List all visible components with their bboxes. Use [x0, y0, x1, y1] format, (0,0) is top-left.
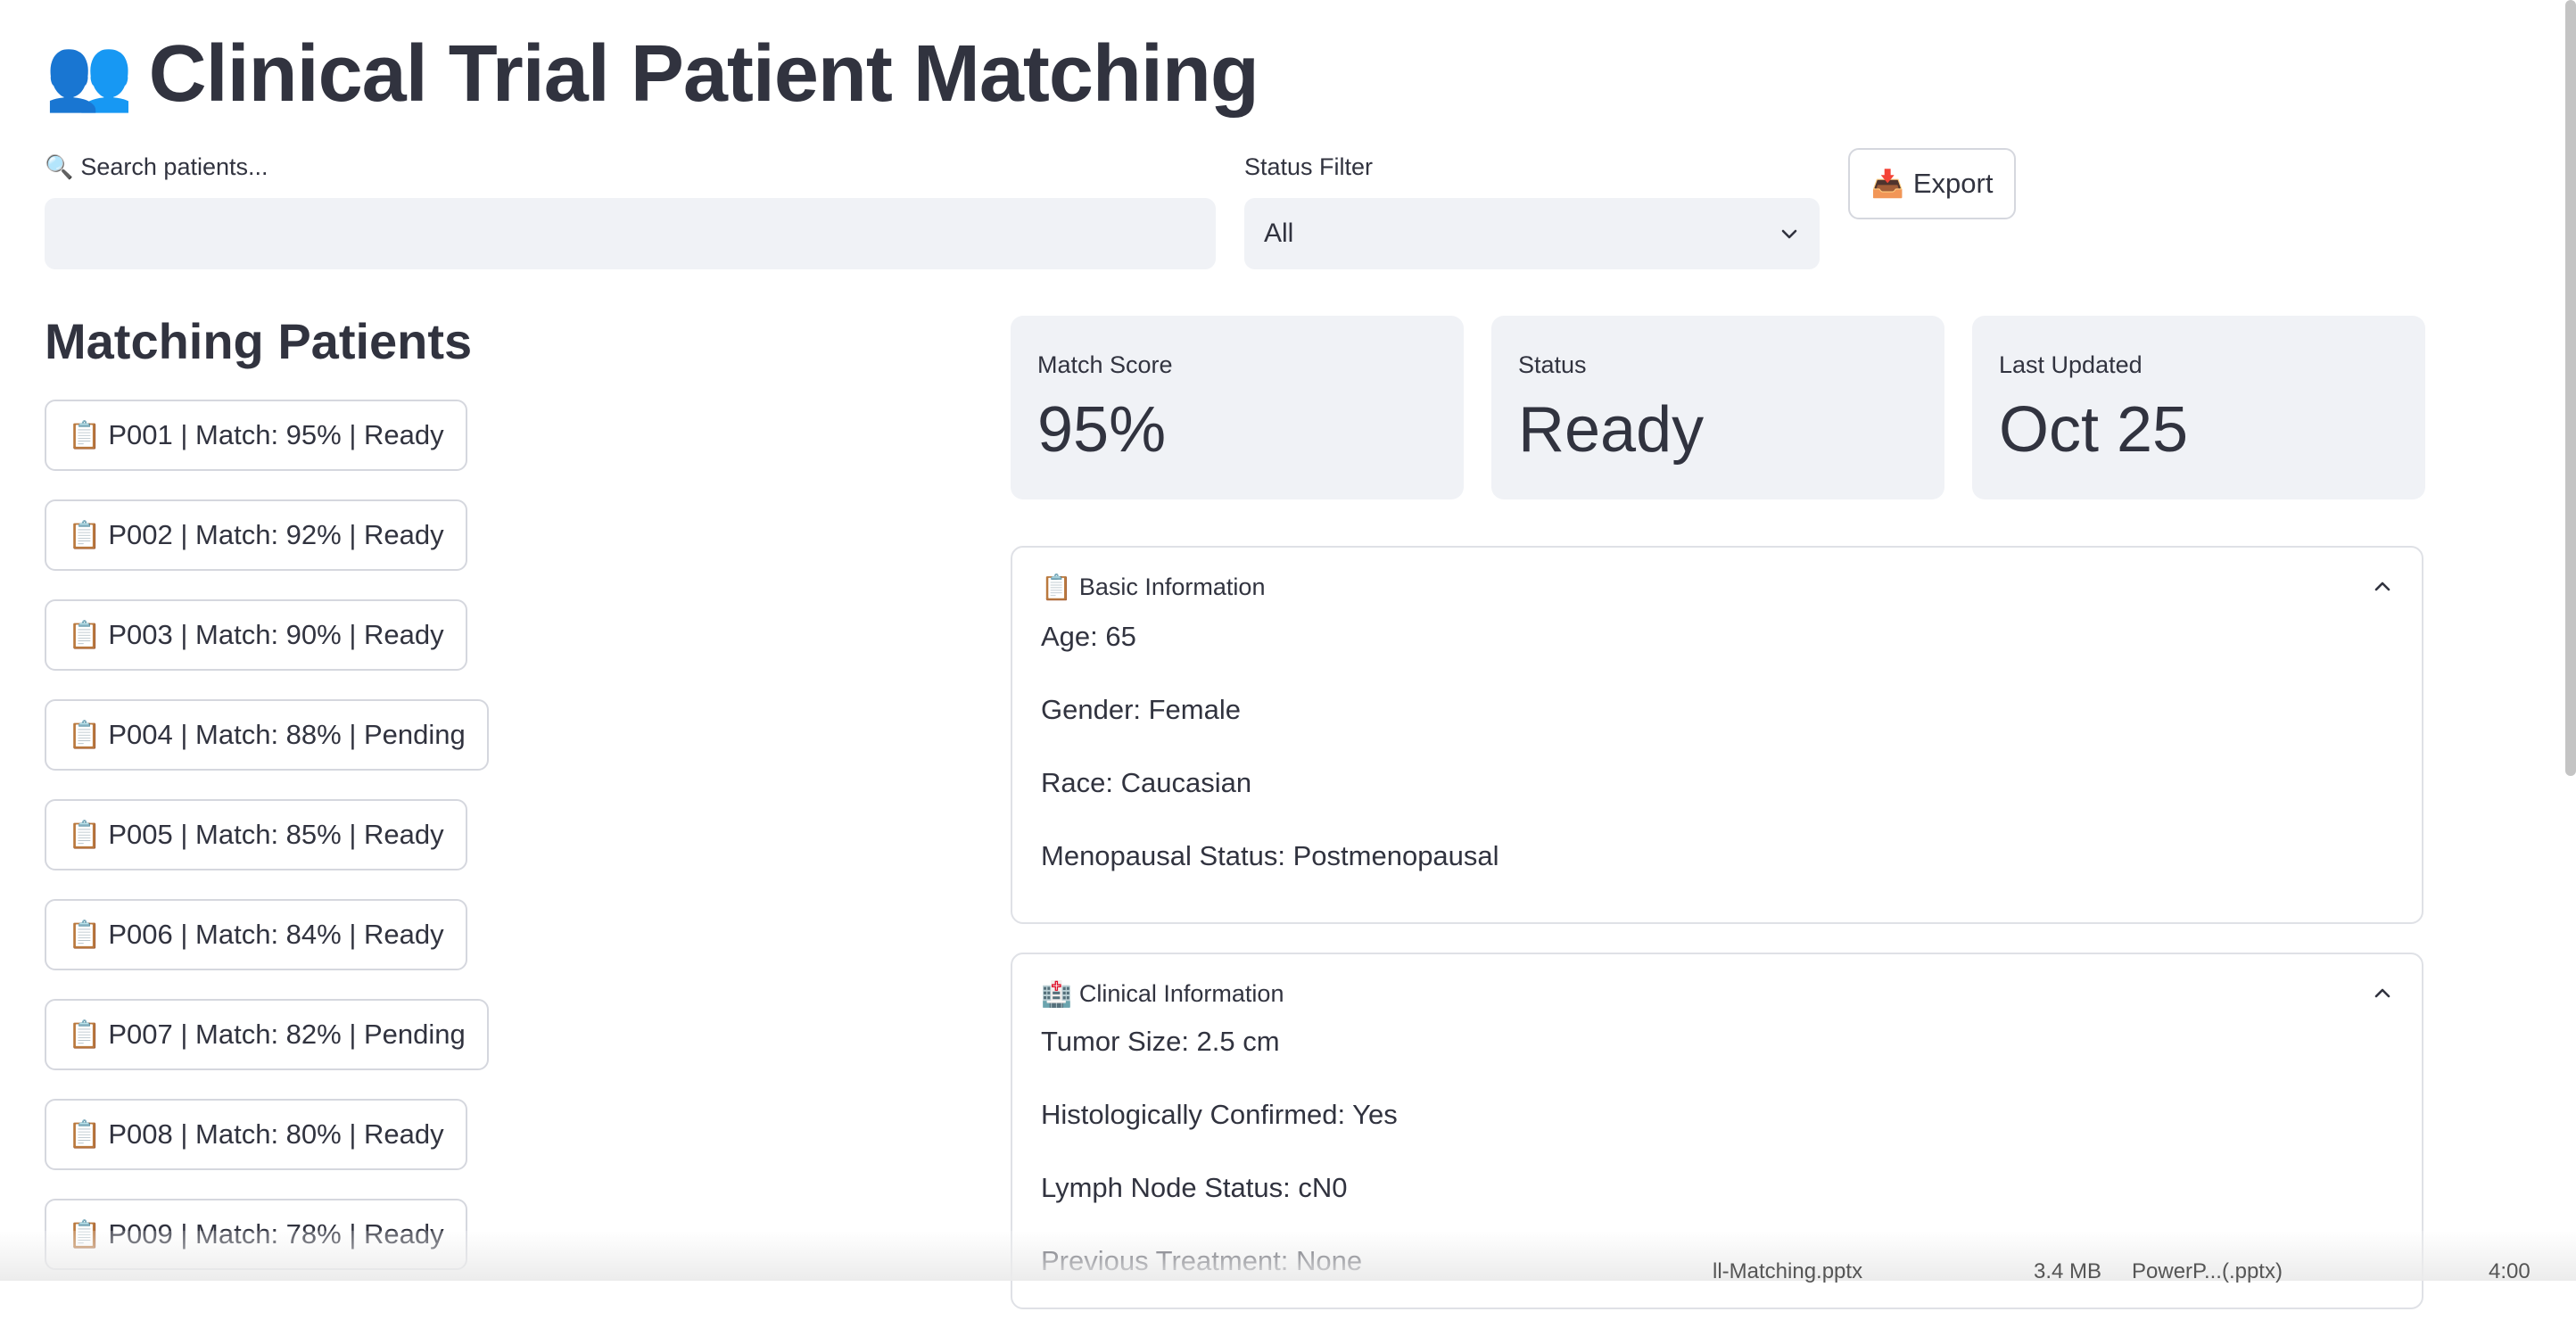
chevron-down-icon [1781, 229, 1797, 239]
clipboard-icon: 📋 [68, 720, 102, 750]
metric-value: 95% [1037, 394, 1167, 466]
info-row-race: Race: Caucasian [1041, 767, 1252, 798]
info-row-tumor-size: Tumor Size: 2.5 cm [1041, 1026, 1280, 1057]
clipboard-icon: 📋 [68, 920, 102, 950]
clipboard-icon: 📋 [68, 1019, 102, 1050]
metric-label: Match Score [1037, 351, 1173, 378]
metric-label: Last Updated [1999, 351, 2143, 378]
patient-button[interactable]: 📋 P008 | Match: 80% | Ready [45, 1099, 467, 1170]
patient-label: P007 | Match: 82% | Pending [108, 1019, 466, 1050]
patient-button[interactable]: 📋 P002 | Match: 92% | Ready [45, 499, 467, 571]
info-row-histologically-confirmed: Histologically Confirmed: Yes [1041, 1099, 1398, 1130]
patient-button[interactable]: 📋 P006 | Match: 84% | Ready [45, 899, 467, 970]
info-row-menopausal-status: Menopausal Status: Postmenopausal [1041, 840, 1499, 871]
export-label: Export [1912, 168, 1994, 199]
search-label: 🔍 Search patients... [45, 153, 268, 181]
clipboard-icon: 📋 [68, 620, 102, 650]
metric-value: Ready [1518, 394, 1705, 466]
clipboard-icon: 📋 [1041, 573, 1072, 601]
patient-button[interactable]: 📋 P001 | Match: 95% | Ready [45, 400, 467, 471]
metric-last-updated: Last Updated Oct 25 [1972, 316, 2425, 499]
clipboard-icon: 📋 [68, 520, 102, 550]
patient-label: P004 | Match: 88% | Pending [108, 719, 466, 750]
status-filter-value: All [1264, 219, 1294, 248]
chevron-up-icon [2374, 988, 2390, 998]
patient-button[interactable]: 📋 P005 | Match: 85% | Ready [45, 799, 467, 870]
status-filter-select[interactable]: All [1244, 198, 1820, 269]
page-title: 👥 Clinical Trial Patient Matching [45, 25, 1259, 123]
chevron-up-icon [2374, 582, 2390, 591]
basic-information-header[interactable]: 📋 Basic Information [1012, 548, 2422, 626]
patient-button[interactable]: 📋 P007 | Match: 82% | Pending [45, 999, 489, 1070]
clipboard-icon: 📋 [68, 820, 102, 850]
section-title: Matching Patients [45, 313, 473, 369]
search-label-text: Search patients... [80, 153, 268, 180]
patient-button[interactable]: 📋 P003 | Match: 90% | Ready [45, 599, 467, 671]
magnifier-icon: 🔍 [45, 153, 74, 180]
patient-label: P003 | Match: 90% | Ready [108, 619, 444, 650]
metric-match-score: Match Score 95% [1011, 316, 1464, 499]
export-button[interactable]: 📥 Export [1848, 148, 2016, 219]
info-row-gender: Gender: Female [1041, 694, 1241, 725]
inbox-tray-icon: 📥 [1870, 169, 1904, 199]
patient-label: P002 | Match: 92% | Ready [108, 519, 444, 550]
page-title-text: Clinical Trial Patient Matching [148, 29, 1259, 119]
expander-title: Clinical Information [1078, 979, 1284, 1007]
metric-value: Oct 25 [1999, 394, 2189, 466]
clipboard-icon: 📋 [68, 420, 102, 450]
metric-status: Status Ready [1491, 316, 1944, 499]
metric-label: Status [1518, 351, 1587, 378]
patient-label: P006 | Match: 84% | Ready [108, 919, 444, 950]
hospital-icon: 🏥 [1041, 979, 1072, 1008]
patient-label: P001 | Match: 95% | Ready [108, 419, 444, 450]
patient-button[interactable]: 📋 P004 | Match: 88% | Pending [45, 699, 489, 771]
search-input[interactable] [45, 198, 1216, 269]
patient-label: P005 | Match: 85% | Ready [108, 819, 444, 850]
clipboard-icon: 📋 [68, 1119, 102, 1150]
status-filter-label: Status Filter [1244, 153, 1374, 180]
info-row-age: Age: 65 [1041, 621, 1136, 652]
expander-title: Basic Information [1078, 573, 1266, 600]
users-icon: 👥 [45, 34, 134, 113]
basic-information-expander: 📋 Basic Information Age: 65 Gender: Fema… [1011, 546, 2423, 924]
vertical-scrollbar[interactable] [2565, 0, 2576, 776]
patient-label: P008 | Match: 80% | Ready [108, 1118, 444, 1150]
clinical-information-header[interactable]: 🏥 Clinical Information [1012, 954, 2422, 1033]
